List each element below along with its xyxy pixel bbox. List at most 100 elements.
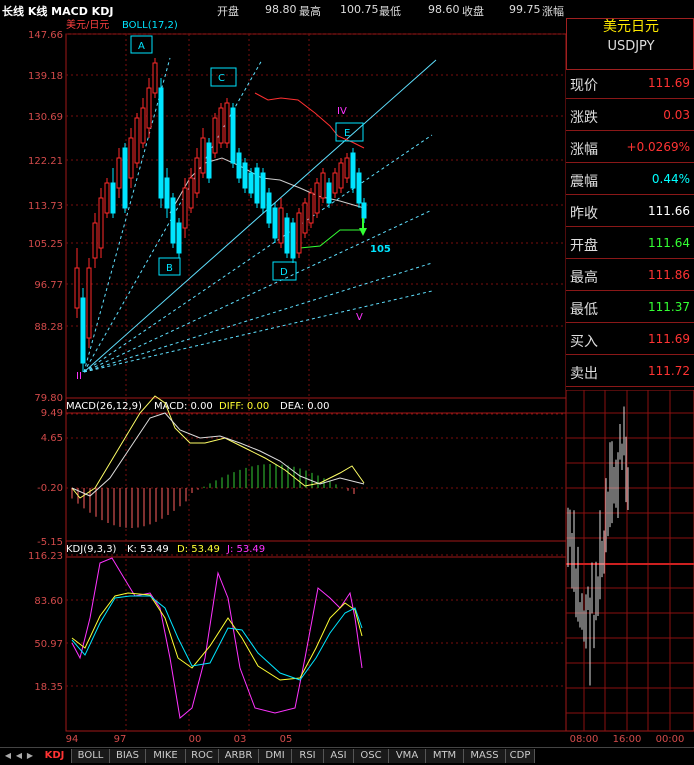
quote-panel: 美元日元 USDJPY 现价 111.69 涨跌 0.03 涨幅 +0.0269% 震幅 0.… [566,18,694,390]
quote-row-value: 111.86 [648,268,690,282]
intraday-frame [565,389,694,732]
wave-labels: A B C D E II IV V 105 [76,35,391,382]
quote-row-label: 开盘 [570,238,598,254]
quote-row-label: 涨幅 [570,142,598,158]
quote-row-label: 现价 [570,78,598,94]
y-tick: 88.28 [34,322,63,333]
macd-y-tick: -0.20 [37,483,63,494]
tab-kdj[interactable]: KDJ [38,749,72,763]
macd-histogram [71,464,355,528]
quote-symbol: USDJPY [607,39,655,54]
tab-mass[interactable]: MASS [464,749,506,763]
chart-title: 长线 K线 MACD KDJ [2,5,114,18]
kdj-panel-frame [65,540,567,732]
quote-row: 昨收 111.66 [566,198,694,227]
y-tick: 79.80 [34,393,63,404]
quote-row-value: 0.03 [663,108,690,122]
kdj-y-tick: 116.23 [28,551,63,562]
label-a: A [138,41,145,52]
main-legend-name: 美元/日元 [66,18,109,31]
quote-row: 最高 111.86 [566,262,694,291]
quote-row-label: 买入 [570,334,598,350]
candlesticks [74,58,367,372]
macd-y-tick: 4.65 [41,433,63,444]
quote-row-value: 111.69 [648,76,690,90]
y-tick: 122.21 [28,156,63,167]
x-tick: 94 [66,734,79,745]
trend-lines [83,57,437,373]
macd-legend-macd: MACD: 0.00 [154,401,213,412]
x-tick: 03 [234,734,247,745]
y-tick: 139.18 [28,71,63,82]
tab-dmi[interactable]: DMI [259,749,292,763]
quote-row-label: 卖出 [570,366,598,382]
high-value: 100.75 [340,3,379,16]
y-tick: 113.73 [28,201,63,212]
macd-y-tick: -5.15 [37,537,63,548]
tab-bias[interactable]: BIAS [110,749,146,763]
tab-vma[interactable]: VMA [389,749,426,763]
label-v: V [356,312,363,323]
high-label: 最高 [299,5,321,18]
label-b: B [166,263,173,274]
close-value: 99.75 [509,3,541,16]
macd-legend-name: MACD(26,12,9) [66,401,142,412]
main-panel-frame [65,33,567,414]
x-tick: 97 [114,734,127,745]
tab-mtm[interactable]: MTM [426,749,464,763]
tab-rsi[interactable]: RSI [292,749,324,763]
label-d: D [280,267,288,278]
intraday-x-tick: 00:00 [656,734,685,745]
tab-cdp[interactable]: CDP [506,749,535,763]
indicator-tab-bar: ◀ ◀ ▶ KDJ BOLL BIAS MIKE ROC ARBR DMI RSI ASI OSC… [0,747,694,765]
tab-boll[interactable]: BOLL [72,749,110,763]
label-ii: II [76,371,82,382]
kdj-legend-name: KDJ(9,3,3) [66,544,117,555]
label-c: C [218,73,225,84]
kdj-y-tick: 83.60 [34,596,63,607]
tab-osc[interactable]: OSC [354,749,389,763]
macd-dea-line [71,412,365,497]
tab-mike[interactable]: MIKE [146,749,186,763]
quote-row-value: +0.0269% [626,140,690,154]
y-tick: 130.69 [28,112,63,123]
kdj-k-line [71,595,363,681]
tab-arbr[interactable]: ARBR [219,749,259,763]
kdj-d-line [71,592,363,681]
quote-row: 震幅 0.44% [566,166,694,195]
quote-header: 美元日元 USDJPY [566,18,694,70]
label-e: E [344,128,350,139]
quote-row-value: 111.69 [648,332,690,346]
quote-row-value: 111.37 [648,300,690,314]
quote-row-label: 昨收 [570,206,598,222]
quote-row-value: 0.44% [651,172,690,186]
label-iv: IV [337,106,347,117]
kdj-legend-k: K: 53.49 [127,544,169,555]
macd-y-tick: 9.49 [41,408,63,419]
x-tick: 05 [280,734,293,745]
y-tick: 96.77 [34,280,63,291]
x-tick: 00 [189,734,202,745]
tab-roc[interactable]: ROC [186,749,219,763]
quote-row-label: 涨跌 [570,110,598,126]
y-tick: 105.25 [28,239,63,250]
quote-row: 卖出 111.72 [566,358,694,387]
kdj-legend-d: D: 53.49 [177,544,220,555]
macd-panel-frame [65,397,567,558]
close-value-open: 98.60 [428,3,460,16]
kdj-j-line [71,557,363,719]
scroll-next-icon[interactable]: ▶ [24,750,36,762]
quote-row: 涨幅 +0.0269% [566,134,694,163]
quote-row: 最低 111.37 [566,294,694,323]
close-label: 收盘 [462,5,484,18]
y-tick: 147.66 [28,30,63,41]
change-label: 涨幅 [542,5,564,18]
target-label: 105 [370,244,391,255]
quote-row-label: 最高 [570,270,598,286]
tab-asi[interactable]: ASI [324,749,354,763]
quote-row: 涨跌 0.03 [566,102,694,131]
quote-row-label: 最低 [570,302,598,318]
intraday-x-tick: 08:00 [570,734,599,745]
main-legend-indicator: BOLL(17,2) [122,20,178,31]
macd-legend-dea: DEA: 0.00 [280,401,330,412]
